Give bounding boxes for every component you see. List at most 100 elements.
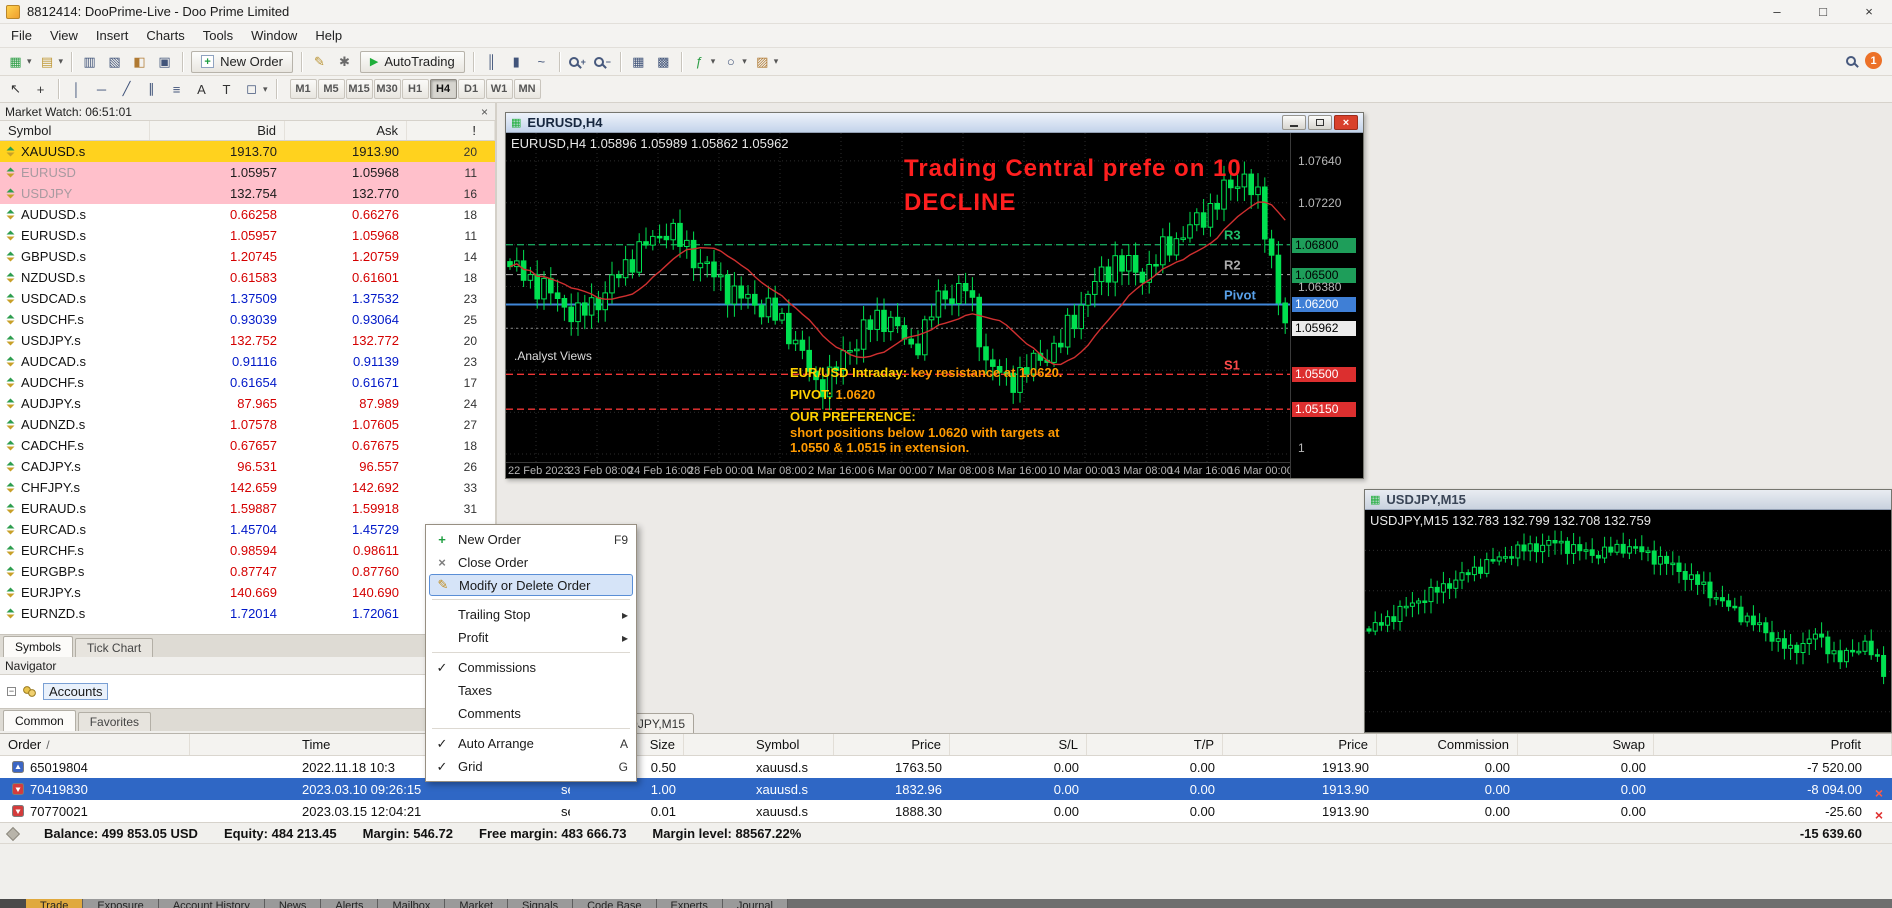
- data-window-icon[interactable]: ▧: [103, 51, 126, 73]
- trendline-icon[interactable]: ╱: [115, 78, 138, 100]
- column-header-swap[interactable]: Swap: [1518, 734, 1654, 755]
- order-row[interactable]: 707700212023.03.15 12:04:21sell0.01xauus…: [0, 800, 1892, 822]
- chart-restore-icon[interactable]: [1308, 115, 1332, 130]
- timeframe-d1[interactable]: D1: [458, 79, 485, 99]
- window-close-button[interactable]: ×: [1846, 0, 1892, 24]
- timeframe-h4[interactable]: H4: [430, 79, 457, 99]
- column-header-t-p[interactable]: T/P: [1087, 734, 1223, 755]
- chevron-down-icon[interactable]: ▾: [742, 56, 747, 67]
- chart-close-icon[interactable]: ×: [1334, 115, 1358, 130]
- price-chart[interactable]: R3R2PivotS1 EURUSD,H4 1.05896 1.05989 1.…: [506, 133, 1290, 462]
- chart-minimize-icon[interactable]: [1282, 115, 1306, 130]
- metaeditor-icon[interactable]: ✎: [308, 51, 331, 73]
- column-header-price[interactable]: Price: [834, 734, 950, 755]
- terminal-icon[interactable]: ▣: [153, 51, 176, 73]
- column-header-bid[interactable]: Bid: [150, 121, 285, 140]
- chevron-down-icon[interactable]: ▾: [774, 56, 779, 67]
- market-watch-row[interactable]: USDJPY132.754132.77016: [0, 183, 495, 204]
- column-header-ask[interactable]: Ask: [285, 121, 407, 140]
- bar-chart-icon[interactable]: ║: [480, 51, 503, 73]
- menu-charts[interactable]: Charts: [137, 25, 193, 46]
- context-item-new-order[interactable]: +New OrderF9: [429, 528, 633, 551]
- navigator-item-accounts[interactable]: Accounts: [43, 683, 108, 700]
- market-watch-icon[interactable]: ▥: [78, 51, 101, 73]
- tile-windows-icon[interactable]: ▦: [627, 51, 650, 73]
- channel-icon[interactable]: ∥: [140, 78, 163, 100]
- horizontal-line-icon[interactable]: ─: [90, 78, 113, 100]
- terminal-tab-alerts[interactable]: Alerts: [321, 899, 378, 908]
- timeframe-mn[interactable]: MN: [514, 79, 541, 99]
- terminal-tab-experts[interactable]: Experts: [657, 899, 723, 908]
- new-order-button[interactable]: + New Order: [191, 51, 293, 73]
- fibonacci-icon[interactable]: ≡: [165, 78, 188, 100]
- market-watch-row[interactable]: AUDNZD.s1.075781.0760527: [0, 414, 495, 435]
- close-icon[interactable]: ×: [479, 105, 490, 119]
- window-minimize-button[interactable]: –: [1754, 0, 1800, 24]
- chevron-down-icon[interactable]: ▾: [59, 56, 64, 67]
- menu-file[interactable]: File: [2, 25, 41, 46]
- timeframe-h1[interactable]: H1: [402, 79, 429, 99]
- market-watch-row[interactable]: AUDCAD.s0.911160.9113923: [0, 351, 495, 372]
- menu-window[interactable]: Window: [242, 25, 306, 46]
- zoom-out-icon[interactable]: −: [591, 51, 614, 73]
- terminal-tab-signals[interactable]: Signals: [508, 899, 573, 908]
- timeframe-m5[interactable]: M5: [318, 79, 345, 99]
- price-chart[interactable]: USDJPY,M15 132.783 132.799 132.708 132.7…: [1365, 510, 1891, 732]
- market-watch-row[interactable]: AUDCHF.s0.616540.6167117: [0, 372, 495, 393]
- market-watch-row[interactable]: EURAUD.s1.598871.5991831: [0, 498, 495, 519]
- market-watch-row[interactable]: CHFJPY.s142.659142.69233: [0, 477, 495, 498]
- text-icon[interactable]: A: [190, 78, 213, 100]
- timeframe-m1[interactable]: M1: [290, 79, 317, 99]
- menu-tools[interactable]: Tools: [194, 25, 242, 46]
- chart-window-eurusd[interactable]: ▦ EURUSD,H4 × R3R2PivotS1 EURUSD,H4 1.05…: [505, 112, 1364, 479]
- market-watch-row[interactable]: EURCHF.s0.985940.98611: [0, 540, 495, 561]
- chart-window-titlebar[interactable]: ▦ USDJPY,M15: [1365, 490, 1891, 510]
- options-icon[interactable]: ✱: [333, 51, 356, 73]
- column-header-price[interactable]: Price: [1223, 734, 1377, 755]
- terminal-tab-news[interactable]: News: [265, 899, 322, 908]
- periods-icon[interactable]: ○: [719, 51, 742, 73]
- context-item-profit[interactable]: Profit▸: [429, 626, 633, 649]
- tab-symbols[interactable]: Symbols: [3, 636, 73, 657]
- context-item-modify-or-delete-order[interactable]: ✎Modify or Delete Order: [429, 574, 633, 596]
- market-watch-row[interactable]: EURGBP.s0.877470.87760: [0, 561, 495, 582]
- terminal-tab-code-base[interactable]: Code Base: [573, 899, 656, 908]
- market-watch-row[interactable]: CADCHF.s0.676570.6767518: [0, 435, 495, 456]
- search-icon[interactable]: [1846, 56, 1856, 66]
- tree-collapse-icon[interactable]: −: [7, 687, 16, 696]
- market-watch-row[interactable]: NZDUSD.s0.615830.6160118: [0, 267, 495, 288]
- order-row[interactable]: 650198042022.11.18 10:3sell0.50xauusd.s1…: [0, 756, 1892, 778]
- autotrading-button[interactable]: ▶ AutoTrading: [360, 51, 465, 73]
- terminal-tab-trade[interactable]: Trade: [26, 899, 83, 908]
- vertical-line-icon[interactable]: │: [65, 78, 88, 100]
- column-header-time[interactable]: Time: [190, 734, 445, 755]
- market-watch-header[interactable]: Market Watch: 06:51:01 ×: [0, 103, 495, 121]
- column-header-symbol[interactable]: Symbol: [0, 121, 150, 140]
- column-header-order[interactable]: Order/: [0, 734, 190, 755]
- chevron-down-icon[interactable]: ▾: [263, 84, 268, 95]
- terminal-tab-journal[interactable]: Journal: [723, 899, 788, 908]
- market-watch-row[interactable]: AUDUSD.s0.662580.6627618: [0, 204, 495, 225]
- tab-favorites[interactable]: Favorites: [78, 712, 151, 731]
- menu-view[interactable]: View: [41, 25, 87, 46]
- titlebar[interactable]: 8812414: DooPrime-Live - Doo Prime Limit…: [0, 0, 1892, 24]
- cascade-windows-icon[interactable]: ▩: [652, 51, 675, 73]
- shapes-icon[interactable]: ◻: [240, 78, 263, 100]
- terminal-tab-account-history[interactable]: Account History: [159, 899, 265, 908]
- line-chart-icon[interactable]: ~: [530, 51, 553, 73]
- column-header-commission[interactable]: Commission: [1377, 734, 1518, 755]
- market-watch-row[interactable]: USDJPY.s132.752132.77220: [0, 330, 495, 351]
- context-item-grid[interactable]: ✓GridG: [429, 755, 633, 778]
- market-watch-row[interactable]: EURJPY.s140.669140.690: [0, 582, 495, 603]
- chevron-down-icon[interactable]: ▾: [711, 56, 716, 67]
- tab-common[interactable]: Common: [3, 710, 76, 731]
- market-watch-row[interactable]: USDCAD.s1.375091.3753223: [0, 288, 495, 309]
- context-item-auto-arrange[interactable]: ✓Auto ArrangeA: [429, 732, 633, 755]
- market-watch-row[interactable]: AUDJPY.s87.96587.98924: [0, 393, 495, 414]
- column-header-symbol[interactable]: Symbol: [684, 734, 834, 755]
- timeframe-m30[interactable]: M30: [374, 79, 401, 99]
- tab-tick-chart[interactable]: Tick Chart: [75, 638, 153, 657]
- market-watch-row[interactable]: GBPUSD.s1.207451.2075914: [0, 246, 495, 267]
- context-item-commissions[interactable]: ✓Commissions: [429, 656, 633, 679]
- market-watch-row[interactable]: USDCHF.s0.930390.9306425: [0, 309, 495, 330]
